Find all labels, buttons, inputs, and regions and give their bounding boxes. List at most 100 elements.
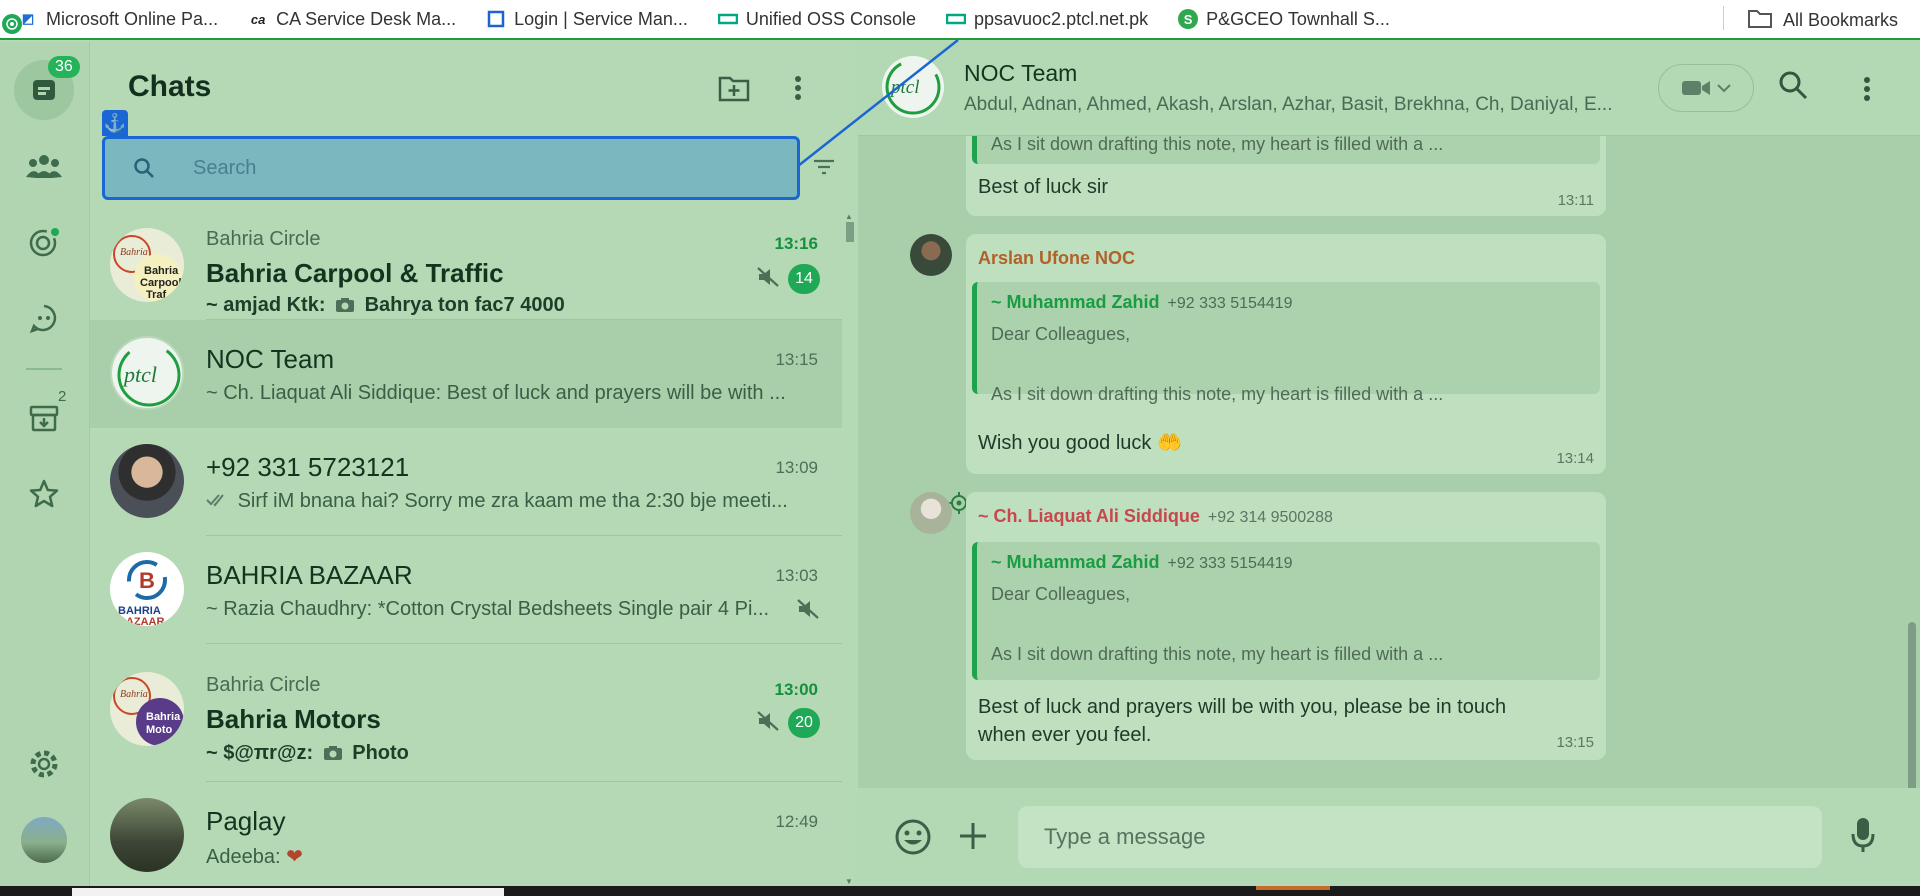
chat-item-bahria-motors[interactable]: Bahria Bahria Moto Bahria Circle Bahria Mo…: [90, 644, 842, 782]
scroll-down-arrow[interactable]: ▼: [845, 877, 853, 886]
chats-title: Chats: [128, 70, 212, 103]
attach-button[interactable]: [958, 821, 988, 856]
chat-item-paglay[interactable]: Paglay Adeeba: ❤ 12:49: [90, 782, 842, 886]
scroll-up-arrow[interactable]: ▲: [845, 212, 853, 221]
chat-title: NOC Team: [206, 344, 335, 374]
chat-item-bahria-carpool[interactable]: Bahria Bahria Carpool Traf Bahria Circle Ba…: [90, 212, 842, 320]
svg-text:BAZAAR: BAZAAR: [118, 616, 164, 626]
message-sender[interactable]: ~ Ch. Liaquat Ali Siddique +92 314 950028…: [978, 506, 1333, 527]
profile-nav-button[interactable]: [14, 810, 74, 870]
chat-list-scrollbar[interactable]: ▲ ▼: [842, 212, 858, 886]
chat-time: 13:15: [775, 350, 818, 369]
message-time: 13:14: [1556, 450, 1594, 467]
gear-icon: [30, 750, 58, 778]
message-time: 13:11: [1557, 192, 1594, 209]
chevron-down-icon: [1717, 84, 1731, 93]
settings-nav-button[interactable]: [14, 734, 74, 794]
message-sender[interactable]: Arslan Ufone NOC: [978, 248, 1135, 269]
bookmark-ppsavuoc2[interactable]: ppsavuoc2.ptcl.net.pk: [946, 9, 1148, 30]
star-icon: [29, 479, 59, 508]
quoted-message[interactable]: ~ Muhammad Zahid +92 333 5154419 Dear Col…: [972, 282, 1600, 404]
conversation-title: NOC Team: [964, 60, 1078, 86]
hpe-icon: [946, 9, 966, 29]
all-bookmarks-button[interactable]: All Bookmarks: [1747, 0, 1898, 40]
muted-icon: [756, 710, 780, 737]
search-input[interactable]: [193, 156, 693, 180]
filter-button[interactable]: [812, 157, 836, 182]
sender-avatar[interactable]: [910, 492, 952, 534]
message-input[interactable]: [1018, 806, 1822, 868]
quote-text: As I sit down drafting this note, my hea…: [991, 384, 1444, 404]
message-bubble[interactable]: As I sit down drafting this note, my hea…: [966, 136, 1606, 216]
group-avatar: ptcl: [882, 56, 944, 118]
quote-text: As I sit down drafting this note, my hea…: [991, 136, 1444, 154]
taskbar: [0, 886, 1920, 896]
app-target-icon: [2, 14, 22, 34]
chat-time: 13:09: [775, 458, 818, 477]
scroll-thumb[interactable]: [846, 222, 854, 242]
chat-item-noc-team[interactable]: ptcl NOC Team ~ Ch. Liaquat Ali Siddique…: [90, 320, 842, 428]
chat-avatar: Bahria Bahria Moto: [110, 672, 184, 746]
bookmark-unified-oss[interactable]: Unified OSS Console: [717, 9, 916, 30]
communities-nav-button[interactable]: [14, 136, 74, 196]
message-bubble[interactable]: ~ Ch. Liaquat Ali Siddique +92 314 950028…: [966, 492, 1606, 760]
chat-item-phone-contact[interactable]: +92 331 5723121 Sirf iM bnana hai? Sorry…: [90, 428, 842, 536]
quoted-message[interactable]: As I sit down drafting this note, my hea…: [972, 136, 1600, 164]
more-vert-icon: [1864, 77, 1870, 101]
new-chat-button[interactable]: [714, 68, 754, 108]
message-text: when ever you feel.: [978, 724, 1152, 746]
chat-avatar: B BAHRIA BAZAAR: [110, 552, 184, 626]
muted-icon: [796, 598, 820, 625]
conversation-menu-button[interactable]: [1863, 76, 1871, 107]
message-list: As I sit down drafting this note, my hea…: [858, 136, 1920, 786]
bookmark-microsoft-online[interactable]: ◩ Microsoft Online Pa...: [18, 9, 218, 30]
plus-icon: [960, 823, 986, 849]
voice-message-button[interactable]: [1850, 816, 1876, 859]
message-text: Wish you good luck 🤲: [978, 432, 1182, 454]
taskbar-window[interactable]: [72, 888, 504, 896]
service-man-icon: [486, 9, 506, 29]
folder-icon: [1747, 7, 1773, 34]
channels-nav-button[interactable]: [14, 288, 74, 348]
search-messages-button[interactable]: [1778, 70, 1808, 105]
svg-text:Bahria: Bahria: [120, 689, 148, 700]
conversation-members: Abdul, Adnan, Ahmed, Akash, Arslan, Azha…: [964, 94, 1613, 115]
svg-text:Bahria: Bahria: [146, 711, 181, 723]
conversation-header[interactable]: ptcl NOC Team Abdul, Adnan, Ahmed, Akash…: [858, 42, 1920, 136]
quoted-message[interactable]: ~ Muhammad Zahid +92 333 5154419 Dear Col…: [972, 542, 1600, 680]
chat-preview: ~ Ch. Liaquat Ali Siddique: Best of luck…: [206, 382, 786, 404]
chats-menu-button[interactable]: [778, 68, 818, 108]
conversation-scrollbar[interactable]: [1908, 622, 1916, 812]
bookmark-login-service[interactable]: Login | Service Man...: [486, 9, 688, 30]
chat-item-bahria-bazaar[interactable]: B BAHRIA BAZAAR BAHRIA BAZAAR ~ Razia Chau…: [90, 536, 842, 644]
starred-nav-button[interactable]: [14, 464, 74, 524]
muted-icon: [756, 266, 780, 293]
navigation-rail: 36 2: [0, 42, 90, 886]
bookmark-townhall[interactable]: S P&GCEO Townhall S...: [1178, 9, 1390, 30]
chat-community-name: Bahria Circle: [206, 674, 321, 696]
message-time: 13:15: [1556, 734, 1594, 751]
chat-list: Bahria Bahria Carpool Traf Bahria Circle Ba…: [90, 212, 842, 886]
ca-icon: ca: [250, 11, 266, 27]
svg-text:Traf: Traf: [146, 289, 167, 301]
unread-count-badge: 14: [788, 264, 820, 294]
communities-icon: [26, 155, 62, 178]
chat-time: 13:03: [775, 566, 818, 585]
taskbar-indicator: [1256, 886, 1330, 890]
message-bubble[interactable]: Arslan Ufone NOC ~ Muhammad Zahid +92 333…: [966, 234, 1606, 474]
bookmark-ca-service-desk[interactable]: ca CA Service Desk Ma...: [248, 9, 456, 30]
video-call-button[interactable]: [1658, 64, 1754, 112]
search-box[interactable]: [102, 136, 800, 200]
chat-title: Bahria Motors: [206, 704, 381, 734]
emoji-button[interactable]: [894, 818, 932, 861]
chat-time: 12:49: [775, 812, 818, 831]
chat-preview: ~ Razia Chaudhry: *Cotton Crystal Bedshe…: [206, 598, 770, 620]
bookmarks-divider: [1723, 6, 1724, 30]
svg-text:Carpool: Carpool: [140, 277, 182, 289]
sender-avatar[interactable]: [910, 234, 952, 276]
status-nav-button[interactable]: [14, 212, 74, 272]
unread-chats-badge: 36: [48, 56, 80, 78]
chat-preview: Adeeba: ❤: [206, 846, 303, 868]
heart-icon: ❤: [286, 846, 303, 868]
message-composer: [858, 788, 1920, 886]
